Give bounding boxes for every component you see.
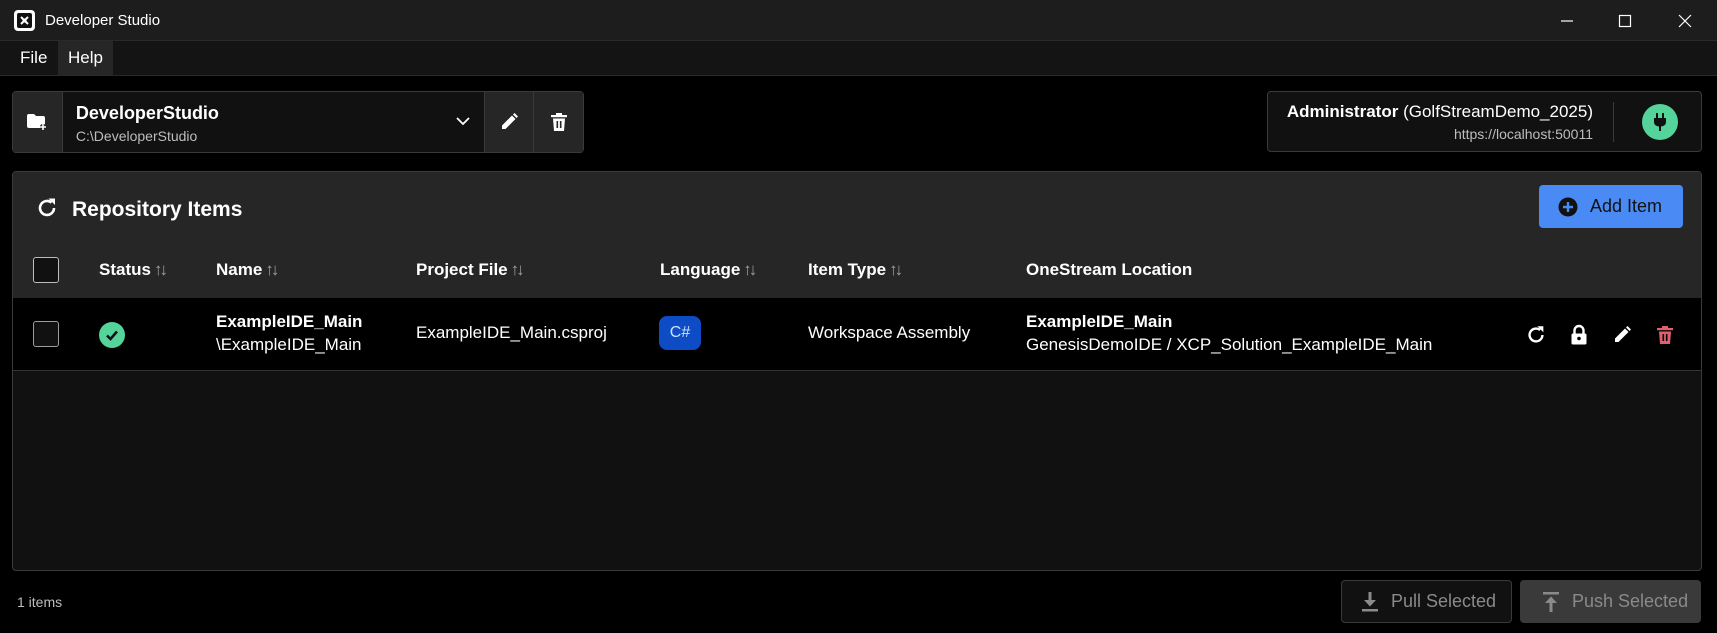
row-checkbox[interactable] bbox=[33, 321, 59, 347]
column-header-language[interactable]: Language ↑↓ bbox=[660, 260, 757, 280]
column-header-name[interactable]: Name ↑↓ bbox=[216, 260, 279, 280]
connection-user: Administrator (GolfStreamDemo_2025) bbox=[1286, 102, 1593, 121]
pencil-icon bbox=[1615, 326, 1631, 342]
sort-icon: ↑↓ bbox=[510, 260, 525, 279]
trash-icon bbox=[1657, 326, 1673, 344]
push-selected-button[interactable]: Push Selected bbox=[1520, 580, 1701, 623]
refresh-icon bbox=[1528, 326, 1544, 343]
repository-panel: Repository Items Add Item Status ↑↓ Name ↑… bbox=[12, 171, 1702, 571]
project-name: DeveloperStudio bbox=[75, 103, 219, 123]
sort-icon: ↑↓ bbox=[743, 260, 757, 279]
delete-item-button[interactable] bbox=[1652, 322, 1678, 348]
sort-icon: ↑↓ bbox=[265, 260, 279, 279]
upload-icon bbox=[1543, 591, 1559, 612]
chevron-down-icon bbox=[454, 112, 472, 135]
panel-title: Repository Items bbox=[72, 198, 243, 221]
title-bar: Developer Studio bbox=[0, 0, 1717, 41]
add-item-button[interactable]: Add Item bbox=[1539, 185, 1683, 228]
item-subpath: \ExampleIDE_Main bbox=[216, 335, 362, 354]
connection-panel: Administrator (GolfStreamDemo_2025) http… bbox=[1267, 91, 1702, 152]
sort-icon: ↑↓ bbox=[153, 260, 168, 279]
connection-url: https://localhost:50011 bbox=[1453, 126, 1593, 142]
menu-bar: File Help bbox=[0, 41, 1717, 76]
column-header-item-type[interactable]: Item Type ↑↓ bbox=[808, 260, 903, 280]
table-row[interactable]: ExampleIDE_Main \ExampleIDE_Main Example… bbox=[13, 298, 1701, 371]
item-count: 1 items bbox=[17, 594, 63, 610]
pull-selected-button[interactable]: Pull Selected bbox=[1341, 580, 1512, 623]
lock-icon bbox=[1571, 324, 1587, 345]
close-button[interactable] bbox=[1656, 0, 1714, 41]
item-project-file: ExampleIDE_Main.csproj bbox=[416, 323, 607, 342]
sync-item-button[interactable] bbox=[1523, 322, 1549, 348]
plus-circle-icon bbox=[1558, 197, 1578, 217]
column-header-project-file[interactable]: Project File ↑↓ bbox=[416, 260, 525, 280]
sort-icon: ↑↓ bbox=[889, 260, 903, 279]
add-item-label: Add Item bbox=[1590, 196, 1663, 216]
lock-item-button[interactable] bbox=[1566, 322, 1592, 348]
add-folder-button[interactable] bbox=[13, 92, 63, 152]
trash-icon bbox=[550, 113, 567, 131]
menu-help[interactable]: Help bbox=[58, 41, 113, 75]
refresh-icon bbox=[38, 198, 56, 217]
edit-item-button[interactable] bbox=[1609, 322, 1635, 348]
language-badge: C# bbox=[659, 316, 701, 350]
item-type: Workspace Assembly bbox=[808, 323, 971, 342]
pull-label: Pull Selected bbox=[1391, 591, 1497, 611]
app-logo-icon bbox=[14, 10, 35, 31]
select-all-checkbox[interactable] bbox=[33, 257, 59, 283]
plug-icon bbox=[1654, 113, 1666, 131]
project-path: C:\DeveloperStudio bbox=[75, 128, 198, 144]
window-title: Developer Studio bbox=[45, 12, 161, 29]
item-location-title: ExampleIDE_Main bbox=[1026, 312, 1173, 331]
download-icon bbox=[1362, 591, 1378, 611]
column-header-location: OneStream Location bbox=[1026, 260, 1193, 279]
status-ok-icon bbox=[99, 322, 125, 348]
edit-project-button[interactable] bbox=[485, 92, 535, 152]
project-dropdown[interactable]: DeveloperStudio C:\DeveloperStudio bbox=[63, 92, 486, 152]
connection-status-button[interactable] bbox=[1642, 104, 1678, 140]
connection-environment: (GolfStreamDemo_2025) bbox=[1403, 102, 1593, 121]
menu-file[interactable]: File bbox=[10, 41, 57, 75]
push-label: Push Selected bbox=[1572, 591, 1689, 611]
pencil-icon bbox=[502, 113, 519, 129]
refresh-button[interactable] bbox=[35, 196, 59, 225]
column-header-status[interactable]: Status ↑↓ bbox=[99, 260, 168, 280]
delete-project-button[interactable] bbox=[534, 92, 583, 152]
minimize-button[interactable] bbox=[1538, 0, 1596, 41]
project-selector: DeveloperStudio C:\DeveloperStudio bbox=[12, 91, 584, 153]
item-name: ExampleIDE_Main bbox=[216, 312, 363, 331]
maximize-button[interactable] bbox=[1596, 0, 1654, 41]
repository-header: Repository Items Add Item Status ↑↓ Name ↑… bbox=[13, 172, 1701, 298]
folder-add-icon bbox=[27, 114, 47, 130]
item-location-path: GenesisDemoIDE / XCP_Solution_ExampleIDE… bbox=[1026, 335, 1433, 354]
divider bbox=[1613, 102, 1614, 142]
